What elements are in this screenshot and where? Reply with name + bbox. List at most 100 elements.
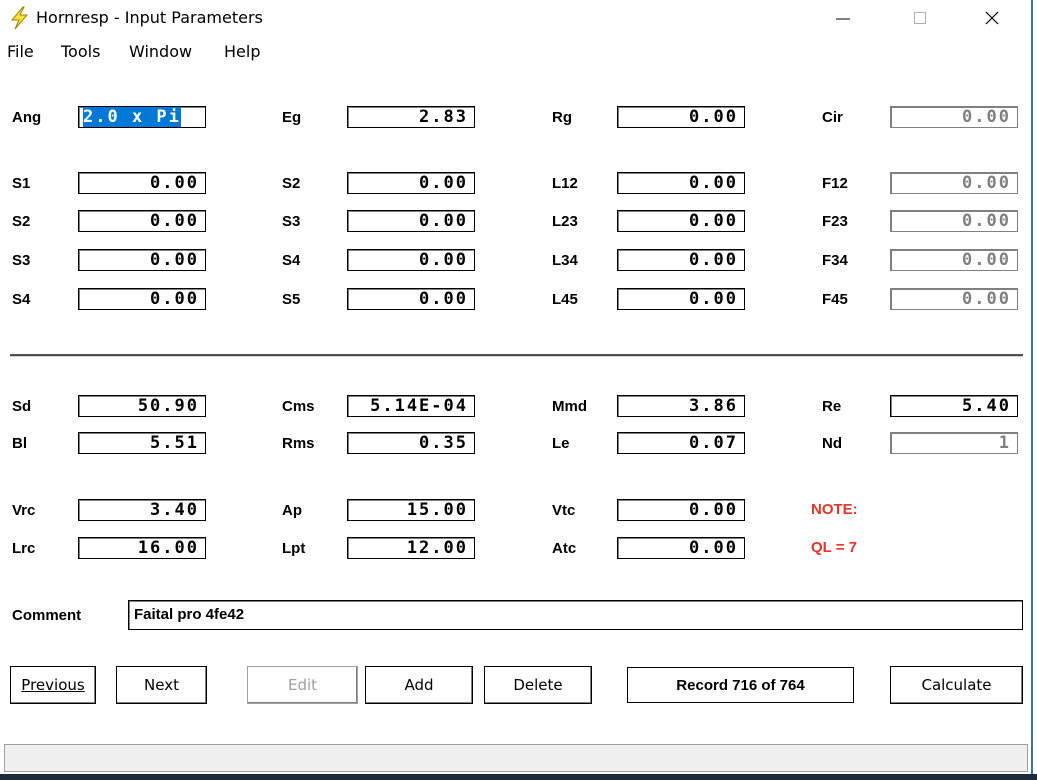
edit-button[interactable]: Edit: [247, 666, 358, 704]
comment-field[interactable]: Faital pro 4fe42: [128, 600, 1023, 630]
param-label-f23: F23: [822, 213, 848, 230]
param-field-s2[interactable]: 0.00: [78, 210, 206, 232]
add-label: Add: [404, 676, 434, 694]
calculate-label: Calculate: [921, 676, 992, 694]
param-field-rms[interactable]: 0.35: [347, 432, 475, 454]
param-field-cms[interactable]: 5.14E-04: [347, 395, 475, 417]
param-field-s4[interactable]: 0.00: [347, 249, 475, 271]
param-value: 2.83: [419, 107, 468, 127]
edit-label: Edit: [287, 676, 318, 694]
param-label-vrc: Vrc: [12, 502, 36, 519]
taskbar-strip: [0, 774, 1037, 780]
param-value: 0.00: [150, 289, 199, 309]
add-button[interactable]: Add: [365, 666, 473, 704]
maximize-icon: [914, 12, 926, 24]
param-field-vtc[interactable]: 0.00: [617, 499, 745, 521]
param-field-f45[interactable]: 0.00: [890, 288, 1018, 310]
minimize-icon: [836, 18, 850, 20]
maximize-button[interactable]: [897, 0, 943, 36]
param-field-s3[interactable]: 0.00: [347, 210, 475, 232]
param-field-bl[interactable]: 5.51: [78, 432, 206, 454]
param-value: 3.86: [689, 396, 738, 416]
param-field-atc[interactable]: 0.00: [617, 537, 745, 559]
section-divider: [10, 354, 1023, 357]
param-field-sd[interactable]: 50.90: [78, 395, 206, 417]
param-label-vtc: Vtc: [552, 502, 576, 519]
previous-button[interactable]: Previous: [10, 666, 96, 704]
param-value: 0.00: [689, 289, 738, 309]
comment-label: Comment: [12, 607, 82, 624]
param-field-nd[interactable]: 1: [890, 432, 1018, 454]
param-field-l34[interactable]: 0.00: [617, 249, 745, 271]
param-value: 0.00: [419, 289, 468, 309]
param-field-ap[interactable]: 15.00: [347, 499, 475, 521]
param-field-s5[interactable]: 0.00: [347, 288, 475, 310]
param-label-le: Le: [552, 435, 570, 452]
param-field-l23[interactable]: 0.00: [617, 210, 745, 232]
param-field-s4[interactable]: 0.00: [78, 288, 206, 310]
param-label-s3: S3: [282, 213, 301, 230]
param-label-f12: F12: [822, 175, 848, 192]
menu-tools[interactable]: Tools: [61, 42, 100, 61]
param-field-f12[interactable]: 0.00: [890, 172, 1018, 194]
param-label-f34: F34: [822, 252, 848, 269]
param-field-lpt[interactable]: 12.00: [347, 537, 475, 559]
param-field-rg[interactable]: 0.00: [617, 106, 745, 128]
menu-window[interactable]: Window: [129, 42, 192, 61]
param-field-s1[interactable]: 0.00: [78, 172, 206, 194]
param-value: 0.00: [419, 173, 468, 193]
param-field-eg[interactable]: 2.83: [347, 106, 475, 128]
param-value: 5.14E-04: [370, 396, 468, 416]
menu-file[interactable]: File: [7, 42, 34, 61]
param-label-l45: L45: [552, 291, 578, 308]
next-button[interactable]: Next: [116, 666, 207, 704]
param-label-nd: Nd: [822, 435, 842, 452]
input-parameters-panel: Ang 2.0 x Pi Eg 2.83 Rg 0.00 Cir 0.00 S1 0.00 S2 0.…: [0, 70, 1031, 746]
param-value: 5.40: [962, 396, 1011, 416]
param-value: 0.00: [419, 250, 468, 270]
param-field-mmd[interactable]: 3.86: [617, 395, 745, 417]
param-field-l45[interactable]: 0.00: [617, 288, 745, 310]
param-field-ang[interactable]: 2.0 x Pi: [78, 106, 206, 128]
param-value: 0.00: [150, 173, 199, 193]
param-label-s2: S2: [282, 175, 301, 192]
param-label-ap: Ap: [282, 502, 302, 519]
close-button[interactable]: [969, 0, 1015, 36]
param-field-f23[interactable]: 0.00: [890, 210, 1018, 232]
param-field-le[interactable]: 0.07: [617, 432, 745, 454]
param-label-sd: Sd: [12, 398, 32, 415]
param-field-f34[interactable]: 0.00: [890, 249, 1018, 271]
param-value: 2.0 x Pi: [83, 107, 181, 127]
param-value: 0.00: [689, 538, 738, 558]
param-label-cir: Cir: [822, 109, 843, 126]
param-field-vrc[interactable]: 3.40: [78, 499, 206, 521]
param-value: 12.00: [406, 538, 468, 558]
param-value: 50.90: [137, 396, 199, 416]
param-label-cms: Cms: [282, 398, 315, 415]
param-label-mmd: Mmd: [552, 398, 587, 415]
hornresp-window: Hornresp - Input Parameters File Tools W…: [0, 0, 1033, 780]
param-field-l12[interactable]: 0.00: [617, 172, 745, 194]
delete-button[interactable]: Delete: [484, 666, 592, 704]
param-field-s2[interactable]: 0.00: [347, 172, 475, 194]
param-label-re: Re: [822, 398, 842, 415]
lightning-icon: [10, 6, 29, 30]
window-title: Hornresp - Input Parameters: [36, 8, 263, 27]
param-field-s3[interactable]: 0.00: [78, 249, 206, 271]
param-value: 0.00: [689, 500, 738, 520]
menu-help[interactable]: Help: [224, 42, 260, 61]
param-label-s1: S1: [12, 175, 31, 192]
param-field-cir[interactable]: 0.00: [890, 106, 1018, 128]
param-value: 5.51: [150, 433, 199, 453]
minimize-button[interactable]: [820, 0, 866, 36]
param-field-re[interactable]: 5.40: [890, 395, 1018, 417]
param-value: 15.00: [406, 500, 468, 520]
calculate-button[interactable]: Calculate: [890, 666, 1023, 704]
param-value: 0.00: [150, 211, 199, 231]
title-bar[interactable]: Hornresp - Input Parameters: [0, 0, 1031, 36]
param-value: 0.00: [962, 211, 1011, 231]
param-field-lrc[interactable]: 16.00: [78, 537, 206, 559]
param-value: 1: [998, 433, 1011, 453]
param-value: 0.00: [689, 173, 738, 193]
param-value: 0.00: [689, 211, 738, 231]
